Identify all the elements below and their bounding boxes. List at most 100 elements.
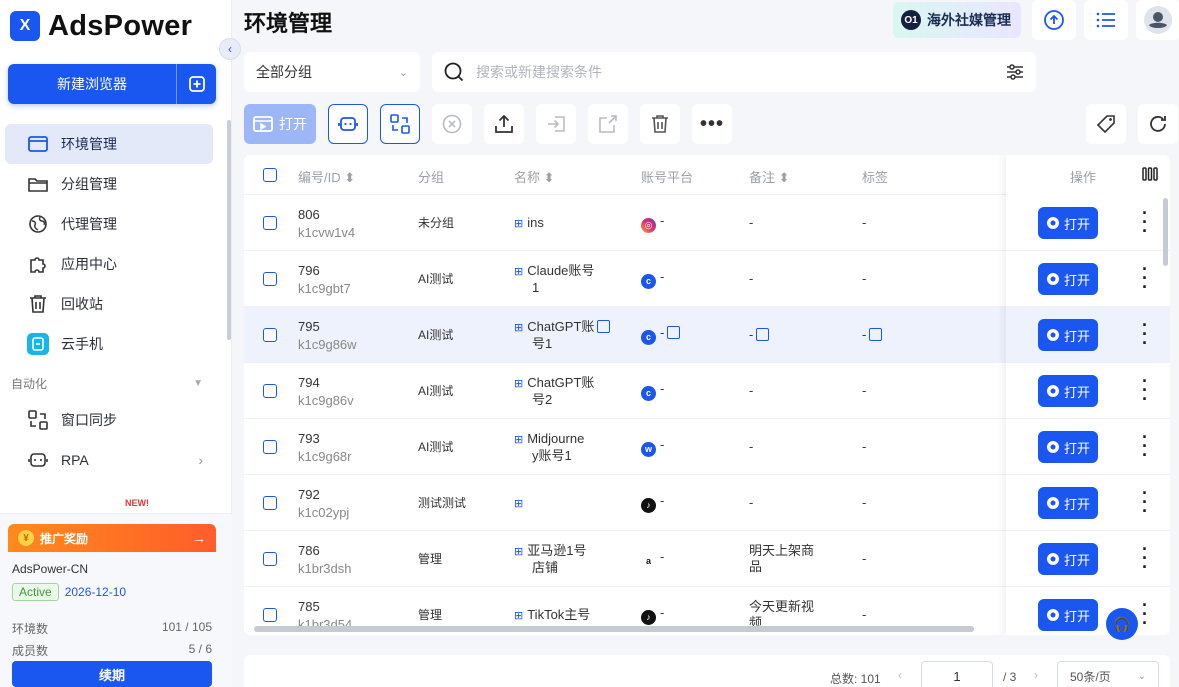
row-name[interactable]: ⊞ — [514, 495, 624, 528]
row-platform[interactable]: c- — [641, 269, 664, 289]
renew-button[interactable]: 续期 — [12, 661, 212, 687]
sidebar-item-proxies[interactable]: 代理管理 — [5, 204, 213, 244]
row-checkbox[interactable] — [263, 440, 277, 454]
row-platform[interactable]: c- — [641, 325, 681, 345]
row-note[interactable]: - — [749, 439, 829, 455]
table-vertical-scrollbar[interactable] — [1163, 198, 1168, 266]
row-platform[interactable]: w- — [641, 437, 664, 457]
row-note[interactable]: - — [749, 271, 829, 287]
more-vertical-icon[interactable]: · · · — [1142, 204, 1148, 240]
row-checkbox[interactable] — [263, 608, 277, 622]
next-page-button[interactable]: › — [1034, 668, 1038, 682]
sidebar-item-recycle-bin[interactable]: 回收站 — [5, 284, 213, 324]
row-name[interactable]: ⊞ ChatGPT账 号1 — [514, 319, 624, 352]
refresh-button[interactable] — [1138, 104, 1178, 144]
column-header-name[interactable]: 名称 ⬍ — [514, 167, 555, 186]
row-checkbox[interactable] — [263, 216, 277, 230]
row-note[interactable]: 明天上架商 品 — [749, 543, 829, 575]
search-input[interactable] — [476, 64, 994, 80]
row-platform[interactable]: ♪ - — [641, 605, 664, 625]
row-tag[interactable]: - — [862, 327, 883, 343]
more-vertical-icon[interactable]: · · · — [1142, 372, 1148, 408]
page-size-select[interactable]: 50条/页 ⌄ — [1057, 661, 1159, 687]
sidebar-section-automation[interactable]: 自动化 ▼ — [5, 366, 213, 400]
task-list-button[interactable] — [1084, 0, 1128, 40]
row-checkbox[interactable] — [263, 552, 277, 566]
row-name[interactable]: ⊞ ins — [514, 215, 624, 248]
row-name[interactable]: ⊞ 亚马逊1号 店铺 — [514, 543, 624, 576]
row-checkbox[interactable] — [263, 384, 277, 398]
move-group-button[interactable] — [536, 104, 576, 144]
sidebar-item-groups[interactable]: 分组管理 — [5, 164, 213, 204]
tag-button[interactable] — [1086, 104, 1126, 144]
select-all-checkbox[interactable] — [263, 168, 277, 182]
more-vertical-icon[interactable]: · · · — [1142, 540, 1148, 576]
edit-icon[interactable] — [667, 326, 681, 339]
new-browser-button[interactable]: 新建浏览器 — [8, 64, 176, 104]
sidebar-item-rpa[interactable]: RPA › — [5, 440, 213, 480]
open-selected-button[interactable]: 打开 — [244, 104, 316, 144]
more-vertical-icon[interactable]: · · · — [1142, 596, 1148, 632]
row-checkbox[interactable] — [263, 328, 277, 342]
row-platform[interactable]: a- — [641, 549, 664, 569]
row-tag[interactable]: - — [862, 439, 866, 455]
row-name[interactable]: ⊞ ChatGPT账 号2 — [514, 375, 624, 408]
row-tag[interactable]: - — [862, 607, 866, 623]
sidebar-item-app-center[interactable]: 应用中心 — [5, 244, 213, 284]
row-tag[interactable]: - — [862, 383, 866, 399]
more-vertical-icon[interactable]: · · · — [1142, 260, 1148, 296]
sidebar-item-environments[interactable]: 环境管理 — [5, 124, 213, 164]
sidebar-item-cloud-phone[interactable]: 云手机 — [5, 324, 213, 364]
row-name[interactable]: ⊞ Claude账号 1 — [514, 263, 624, 296]
open-browser-button[interactable]: 打开 — [1038, 431, 1098, 463]
more-vertical-icon[interactable]: · · · — [1142, 316, 1148, 352]
page-number-input[interactable] — [921, 661, 993, 687]
promo-reward-banner[interactable]: ¥ 推广奖励 → — [8, 524, 216, 552]
close-browser-button[interactable] — [432, 104, 472, 144]
column-header-note[interactable]: 备注 ⬍ — [749, 167, 790, 186]
more-vertical-icon[interactable]: · · · — [1142, 484, 1148, 520]
customer-support-button[interactable]: 🎧 — [1106, 608, 1138, 640]
row-note[interactable]: - — [749, 495, 829, 511]
more-vertical-icon[interactable]: · · · — [1142, 428, 1148, 464]
filter-sliders-icon[interactable] — [1006, 64, 1024, 80]
import-button[interactable] — [484, 104, 524, 144]
edit-icon[interactable] — [869, 328, 883, 341]
row-platform[interactable]: c- — [641, 381, 664, 401]
prev-page-button[interactable]: ‹ — [898, 668, 902, 682]
social-media-promo-button[interactable]: O1 海外社媒管理 — [893, 2, 1021, 38]
rpa-button[interactable] — [328, 104, 368, 144]
open-browser-button[interactable]: 打开 — [1038, 207, 1098, 239]
row-tag[interactable]: - — [862, 551, 866, 567]
row-name[interactable]: ⊞ Midjourne y账号1 — [514, 431, 624, 464]
column-header-id[interactable]: 编号/ID ⬍ — [298, 167, 355, 186]
sidebar-item-window-sync[interactable]: 窗口同步 — [5, 400, 213, 440]
delete-button[interactable] — [640, 104, 680, 144]
transfer-button[interactable] — [588, 104, 628, 144]
edit-icon[interactable] — [756, 328, 770, 341]
window-sync-button[interactable] — [380, 104, 420, 144]
batch-add-button[interactable] — [176, 64, 216, 104]
row-tag[interactable]: - — [862, 271, 866, 287]
row-platform[interactable]: ♪ - — [641, 493, 664, 513]
table-horizontal-scrollbar[interactable] — [254, 626, 974, 632]
user-avatar-button[interactable] — [1136, 0, 1179, 40]
app-logo[interactable]: X AdsPower — [10, 10, 192, 42]
upgrade-button[interactable] — [1032, 0, 1076, 40]
row-tag[interactable]: - — [862, 215, 866, 231]
row-platform[interactable]: ◎ - — [641, 213, 664, 233]
row-note[interactable]: - — [749, 215, 829, 231]
open-browser-button[interactable]: 打开 — [1038, 263, 1098, 295]
sidebar-scrollbar[interactable] — [227, 120, 231, 340]
row-tag[interactable]: - — [862, 495, 866, 511]
open-browser-button[interactable]: 打开 — [1038, 319, 1098, 351]
open-browser-button[interactable]: 打开 — [1038, 375, 1098, 407]
more-actions-button[interactable]: ••• — [692, 104, 732, 144]
row-note[interactable]: - — [749, 327, 829, 343]
open-browser-button[interactable]: 打开 — [1038, 599, 1098, 631]
open-browser-button[interactable]: 打开 — [1038, 487, 1098, 519]
open-browser-button[interactable]: 打开 — [1038, 543, 1098, 575]
row-checkbox[interactable] — [263, 272, 277, 286]
edit-icon[interactable] — [597, 320, 611, 333]
row-note[interactable]: - — [749, 383, 829, 399]
